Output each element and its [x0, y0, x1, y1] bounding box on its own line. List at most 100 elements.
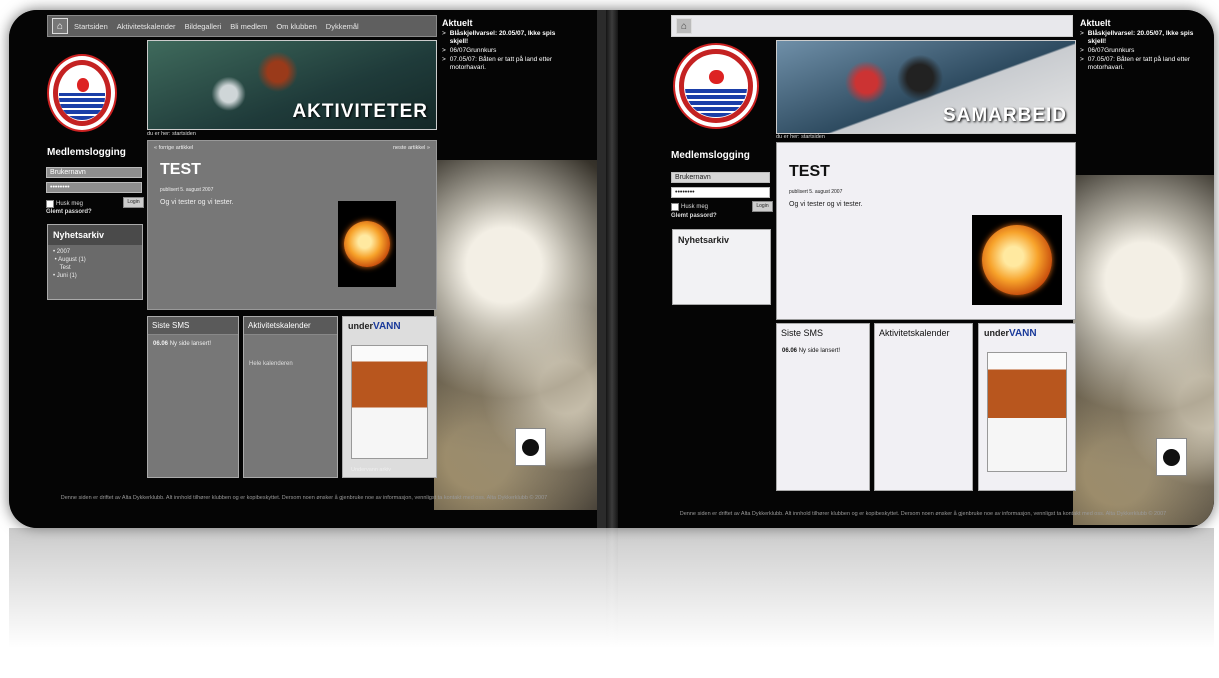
news-item[interactable]: >07.05/07: Båten er tatt på land etter m… [1080, 56, 1200, 72]
sms-title: Siste SMS [148, 317, 238, 335]
username-field[interactable]: Brukernavn [46, 167, 142, 178]
sms-date: 06.06 [153, 341, 169, 347]
archive-item-test[interactable]: Test [53, 264, 137, 272]
sms-text: Ny side lansert! [798, 348, 841, 354]
home-icon[interactable]: ⌂ [52, 18, 68, 34]
nav-startsiden[interactable]: Startsiden [74, 22, 108, 31]
sms-text: Ny side lansert! [169, 341, 212, 347]
nav-aktivitetskalender[interactable]: Aktivitetskalender [741, 22, 800, 31]
nav-startsiden[interactable]: Startsiden [698, 22, 732, 31]
article-panel: « forrige artikkel neste artikkel » TEST… [776, 142, 1076, 320]
magazine-name-under: under [348, 321, 374, 331]
archive-month-juni[interactable]: • Juni (1) [678, 277, 765, 285]
prev-article-link[interactable]: « forrige artikkel [154, 145, 193, 151]
archive-item-test[interactable]: Test [678, 269, 765, 277]
username-field[interactable]: Brukernavn [671, 172, 770, 183]
prev-article-link[interactable]: « forrige artikkel [783, 147, 822, 153]
magazine-module[interactable]: underVANN Undervann arkiv [342, 316, 437, 478]
nav-om-klubben[interactable]: Om klubben [900, 22, 940, 31]
next-article-link[interactable]: neste artikkel » [393, 145, 430, 151]
archive-year[interactable]: • 2007 [678, 253, 765, 261]
nav-bli-medlem[interactable]: Bli medlem [854, 22, 891, 31]
sms-module: Siste SMS 06.06 Ny side lansert! [776, 323, 870, 491]
full-calendar-link[interactable]: Hele kalenderen [880, 368, 967, 374]
forgot-password-link[interactable]: Glemt passord? [46, 209, 92, 215]
password-field[interactable]: •••••••• [46, 182, 142, 193]
top-navigation: ⌂ Startsiden Aktivitetskalender Bildegal… [47, 15, 437, 37]
club-logo[interactable] [47, 54, 117, 132]
magazine-name-vann: VANN [1009, 328, 1037, 339]
news-archive: Nyhetsarkiv • 2007 • August (1) Test • J… [47, 224, 143, 300]
header-banner: AKTIVITETER [147, 40, 437, 130]
archive-year[interactable]: • 2007 [53, 248, 137, 256]
news-item[interactable]: > Blåskjellvarsel: 20.05/07, Ikke spis sk… [442, 30, 562, 46]
article-body: Og vi tester og vi tester. [160, 199, 234, 206]
partner-logo[interactable] [515, 428, 546, 466]
nav-aktivitetskalender[interactable]: Aktivitetskalender [117, 22, 176, 31]
site-version-left: ⌂ Startsiden Aktivitetskalender Bildegal… [9, 10, 597, 528]
password-field[interactable]: •••••••• [671, 187, 770, 198]
next-article-link[interactable]: neste artikkel » [1032, 147, 1069, 153]
full-calendar-link[interactable]: Hele kalenderen [249, 361, 332, 367]
article-date: publisert 5. august 2007 [160, 187, 214, 193]
archive-month-juni[interactable]: • Juni (1) [53, 272, 137, 280]
banner-title: SAMARBEID [942, 105, 1067, 126]
article-panel: « forrige artikkel neste artikkel » TEST… [147, 140, 437, 310]
magazine-archive-link[interactable]: Undervann arkiv [987, 480, 1027, 486]
nav-bli-medlem[interactable]: Bli medlem [230, 22, 267, 31]
sms-module: Siste SMS 06.06 Ny side lansert! [147, 316, 239, 478]
login-button[interactable]: Login [752, 201, 773, 212]
archive-month-august[interactable]: • August (1) [53, 256, 137, 264]
news-item[interactable]: >06/07Grunnkurs [1080, 47, 1200, 55]
calendar-title: Aktivitetskalender [244, 317, 337, 335]
login-title: Medlemslogging [671, 150, 750, 161]
site-version-right: ⌂ Startsiden Aktivitetskalender Bildegal… [618, 10, 1214, 528]
sms-title: Siste SMS [777, 324, 869, 342]
archive-title: Nyhetsarkiv [48, 225, 142, 245]
aktuelt-box: Aktuelt > Blåskjellvarsel: 20.05/07, Ikke… [442, 18, 562, 73]
panel-divider [606, 10, 618, 528]
sms-date: 06.06 [782, 348, 798, 354]
remember-me[interactable]: Husk meg [671, 203, 708, 211]
nav-bildegalleri[interactable]: Bildegalleri [185, 22, 222, 31]
news-item[interactable]: > Blåskjellvarsel: 20.05/07, Ikke spis sk… [1080, 30, 1200, 46]
remember-label: Husk meg [681, 204, 709, 210]
nav-dykkemal[interactable]: Dykkemål [950, 22, 983, 31]
nav-bildegalleri[interactable]: Bildegalleri [809, 22, 846, 31]
partner-logo[interactable] [1156, 438, 1187, 476]
forgot-password-link[interactable]: Glemt passord? [671, 213, 717, 219]
magazine-module[interactable]: underVANN Undervann arkiv [978, 323, 1076, 491]
home-icon[interactable]: ⌂ [676, 18, 692, 34]
news-item[interactable]: >06/07Grunnkurs [442, 47, 562, 55]
breadcrumb: du er her: startsiden [776, 134, 825, 140]
remember-me[interactable]: Husk meg [46, 200, 83, 208]
magazine-cover[interactable] [351, 345, 428, 459]
magazine-archive-link[interactable]: Undervann arkiv [351, 467, 391, 473]
screenshot-stage: ⌂ Startsiden Aktivitetskalender Bildegal… [9, 10, 1214, 528]
article-image [338, 201, 396, 287]
coral-background-photo [1073, 175, 1214, 525]
remember-checkbox[interactable] [46, 200, 54, 208]
banner-title: AKTIVITETER [292, 101, 428, 122]
article-body: Og vi tester og vi tester. [789, 201, 863, 208]
footer-text: Denne siden er driftet av Alta Dykkerklu… [679, 511, 1167, 517]
remember-checkbox[interactable] [671, 203, 679, 211]
aktuelt-title: Aktuelt [1080, 18, 1111, 28]
news-item[interactable]: >07.05/07: Båten er tatt på land etter m… [442, 56, 562, 72]
header-banner: SAMARBEID [776, 40, 1076, 134]
magazine-cover[interactable] [987, 352, 1067, 472]
nav-dykkemal[interactable]: Dykkemål [326, 22, 359, 31]
aktuelt-box: Aktuelt > Blåskjellvarsel: 20.05/07, Ikke… [1080, 18, 1200, 73]
article-title: TEST [160, 161, 201, 178]
article-date: publisert 5. august 2007 [789, 189, 843, 195]
footer-text: Denne siden er driftet av Alta Dykkerklu… [60, 495, 548, 501]
breadcrumb: du er her: startsiden [147, 131, 196, 137]
article-image [972, 215, 1062, 305]
archive-title: Nyhetsarkiv [673, 230, 770, 250]
magazine-name-under: under [984, 328, 1010, 338]
club-logo[interactable] [673, 43, 759, 129]
nav-om-klubben[interactable]: Om klubben [276, 22, 316, 31]
login-button[interactable]: Login [123, 197, 144, 208]
archive-month-august[interactable]: • August (1) [678, 261, 765, 269]
magazine-name-vann: VANN [373, 321, 401, 332]
